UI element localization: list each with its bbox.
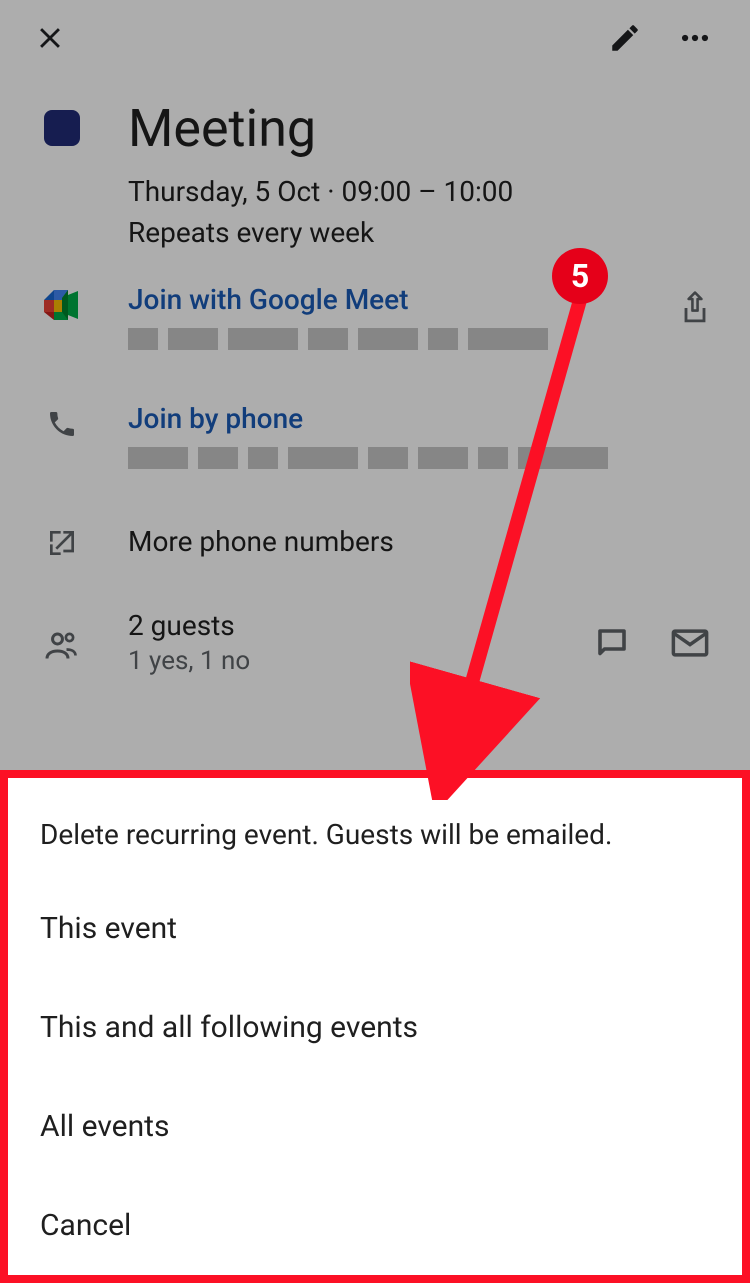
edit-button[interactable]: [600, 18, 650, 58]
meet-icon: [44, 287, 80, 323]
phone-icon: [44, 406, 80, 442]
close-button[interactable]: [30, 18, 70, 58]
event-title: Meeting: [128, 100, 513, 157]
option-cancel[interactable]: Cancel: [8, 1176, 742, 1275]
event-datetime: Thursday, 5 Oct · 09:00 – 10:00: [128, 175, 513, 208]
open-external-icon: [44, 525, 80, 561]
annotation-badge: 5: [552, 248, 608, 304]
event-color-chip: [44, 110, 80, 146]
share-meet-button[interactable]: [670, 283, 720, 333]
chat-icon: [594, 625, 630, 661]
email-guests-button[interactable]: [660, 618, 720, 668]
guests-summary: 1 yes, 1 no: [128, 646, 564, 676]
meet-link-redacted: [128, 328, 670, 350]
delete-recurring-sheet: Delete recurring event. Guests will be e…: [0, 770, 750, 1283]
pencil-icon: [608, 21, 642, 55]
close-icon: [33, 21, 67, 55]
email-icon: [671, 628, 709, 658]
more-horizontal-icon: [678, 21, 712, 55]
sheet-title: Delete recurring event. Guests will be e…: [8, 778, 742, 879]
option-all-events[interactable]: All events: [8, 1077, 742, 1176]
join-phone-link[interactable]: Join by phone: [128, 402, 720, 435]
option-this-and-following[interactable]: This and all following events: [8, 978, 742, 1077]
chat-guests-button[interactable]: [582, 618, 642, 668]
event-recurrence: Repeats every week: [128, 216, 513, 249]
option-this-event[interactable]: This event: [8, 879, 742, 978]
more-button[interactable]: [670, 18, 720, 58]
more-numbers-link[interactable]: More phone numbers: [128, 525, 720, 558]
guests-count[interactable]: 2 guests: [128, 609, 564, 642]
people-icon: [44, 627, 80, 663]
share-icon: [679, 290, 711, 326]
phone-number-redacted: [128, 447, 720, 469]
